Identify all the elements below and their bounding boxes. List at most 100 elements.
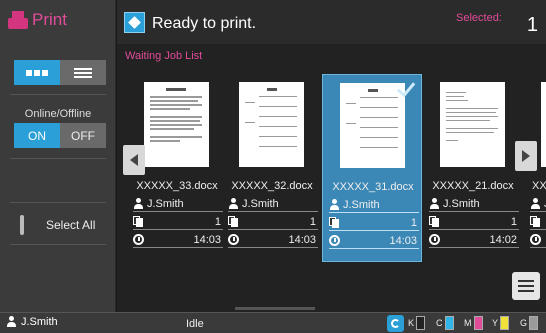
copies-icon — [329, 217, 339, 228]
checkmark-icon — [399, 79, 417, 93]
clock-icon — [429, 234, 440, 245]
list-view-icon — [74, 67, 92, 78]
divider — [10, 244, 106, 245]
toner-level-bar — [416, 316, 426, 330]
job-card[interactable]: XXXXX_21.docx J.Smith 1 14:02 — [423, 74, 523, 262]
selected-count: 1 — [526, 14, 538, 36]
job-filename: XX — [532, 180, 546, 192]
job-copies: 1 — [214, 215, 221, 228]
online-off-button[interactable]: OFF — [60, 123, 106, 148]
user-icon — [329, 198, 340, 211]
toner-level-bar — [444, 316, 454, 330]
divider — [10, 202, 106, 203]
job-copies-row: 1 — [133, 214, 223, 230]
job-copies: 1 — [410, 216, 417, 229]
ready-status-icon — [124, 12, 145, 33]
toner-label: M — [464, 318, 472, 328]
printer-icon — [8, 11, 28, 29]
header: Ready to print. Selected: 1 — [117, 0, 546, 44]
job-owner: J.Smith — [242, 197, 279, 210]
toner-k: K — [408, 316, 426, 330]
job-copies: 1 — [309, 215, 316, 228]
toner-c: C — [436, 316, 454, 330]
login-user-name: J.Smith — [21, 316, 58, 328]
view-mode-toggle — [14, 60, 106, 85]
job-owner-row: J.Smith — [429, 196, 519, 212]
divider — [10, 94, 106, 95]
job-time: 14:02 — [489, 233, 517, 246]
copies-icon — [133, 216, 143, 227]
select-all-indicator — [20, 215, 24, 235]
job-list-panel: Waiting Job List XXXXX_33.docx J.Smith 1… — [117, 44, 546, 312]
document-thumbnail — [541, 82, 546, 167]
clock-icon — [530, 234, 541, 245]
copies-icon — [429, 216, 439, 227]
job-owner: J.Smith — [443, 197, 480, 210]
scroll-left-button[interactable] — [123, 145, 145, 175]
job-time: 14:03 — [389, 234, 417, 247]
clock-icon — [329, 235, 340, 246]
chevron-left-icon — [130, 154, 138, 166]
app-title: Print — [8, 10, 67, 30]
job-owner-row: J. — [530, 196, 546, 212]
job-time: 14:03 — [288, 233, 316, 246]
online-offline-label: Online/Offline — [24, 108, 92, 120]
job-time: 14:03 — [193, 233, 221, 246]
menu-button[interactable] — [512, 272, 540, 300]
document-thumbnail — [440, 82, 505, 167]
toner-label: K — [408, 318, 415, 328]
job-time-row — [530, 232, 546, 248]
chevron-right-icon — [522, 150, 530, 162]
toner-label: G — [520, 318, 528, 328]
toner-y: Y — [492, 316, 510, 330]
user-icon — [530, 197, 541, 210]
job-card[interactable]: XXXXX_32.docx J.Smith 1 14:03 — [222, 74, 322, 262]
status-message: Ready to print. — [152, 15, 257, 32]
refresh-icon[interactable] — [387, 315, 404, 332]
app-title-label: Print — [32, 10, 67, 29]
menu-icon — [518, 280, 534, 282]
grid-view-button[interactable] — [14, 60, 60, 85]
device-state: Idle — [186, 318, 204, 330]
job-copies-row: 1 — [429, 214, 519, 230]
job-owner-row: J.Smith — [133, 196, 223, 212]
job-copies-row: 1 — [329, 215, 419, 231]
list-view-button[interactable] — [60, 60, 106, 85]
login-user[interactable]: J.Smith — [6, 316, 58, 328]
toner-label: C — [436, 318, 443, 328]
job-time-row: 14:02 — [429, 232, 519, 248]
clock-icon — [133, 234, 144, 245]
user-icon — [133, 197, 144, 210]
job-time-row: 14:03 — [329, 233, 419, 249]
document-thumbnail — [144, 82, 209, 167]
online-on-button[interactable]: ON — [14, 123, 60, 148]
carousel-scroll-indicator — [235, 307, 315, 310]
user-icon — [6, 316, 17, 328]
toner-level-bar — [473, 316, 483, 330]
status-bar: J.Smith Idle K C M Y G — [0, 312, 546, 333]
toner-g: G — [520, 316, 539, 330]
job-time-row: 14:03 — [228, 232, 318, 248]
job-time-row: 14:03 — [133, 232, 223, 248]
job-owner: J.Smith — [147, 197, 184, 210]
job-filename: XXXXX_31.docx — [332, 181, 414, 193]
job-owner: J.Smith — [343, 198, 380, 211]
scroll-right-button[interactable] — [515, 141, 537, 171]
user-icon — [429, 197, 440, 210]
sidebar: Print Online/Offline ON OFF Select All — [0, 0, 116, 312]
select-all-button[interactable]: Select All — [14, 212, 110, 238]
job-copies-row — [530, 214, 546, 230]
job-carousel: XXXXX_33.docx J.Smith 1 14:03 XXXXX_32.d… — [117, 74, 546, 304]
divider — [10, 158, 106, 159]
toner-m: M — [464, 316, 483, 330]
job-filename: XXXXX_32.docx — [231, 180, 313, 192]
job-filename: XXXXX_21.docx — [432, 180, 514, 192]
toner-label: Y — [492, 318, 499, 328]
job-card-selected[interactable]: XXXXX_31.docx J.Smith 1 14:03 — [322, 74, 422, 262]
job-filename: XXXXX_33.docx — [136, 180, 218, 192]
job-owner-row: J.Smith — [228, 196, 318, 212]
selected-label: Selected: — [456, 12, 502, 24]
grid-view-icon — [26, 69, 48, 76]
toner-level-bar — [529, 316, 539, 330]
clock-icon — [228, 234, 239, 245]
